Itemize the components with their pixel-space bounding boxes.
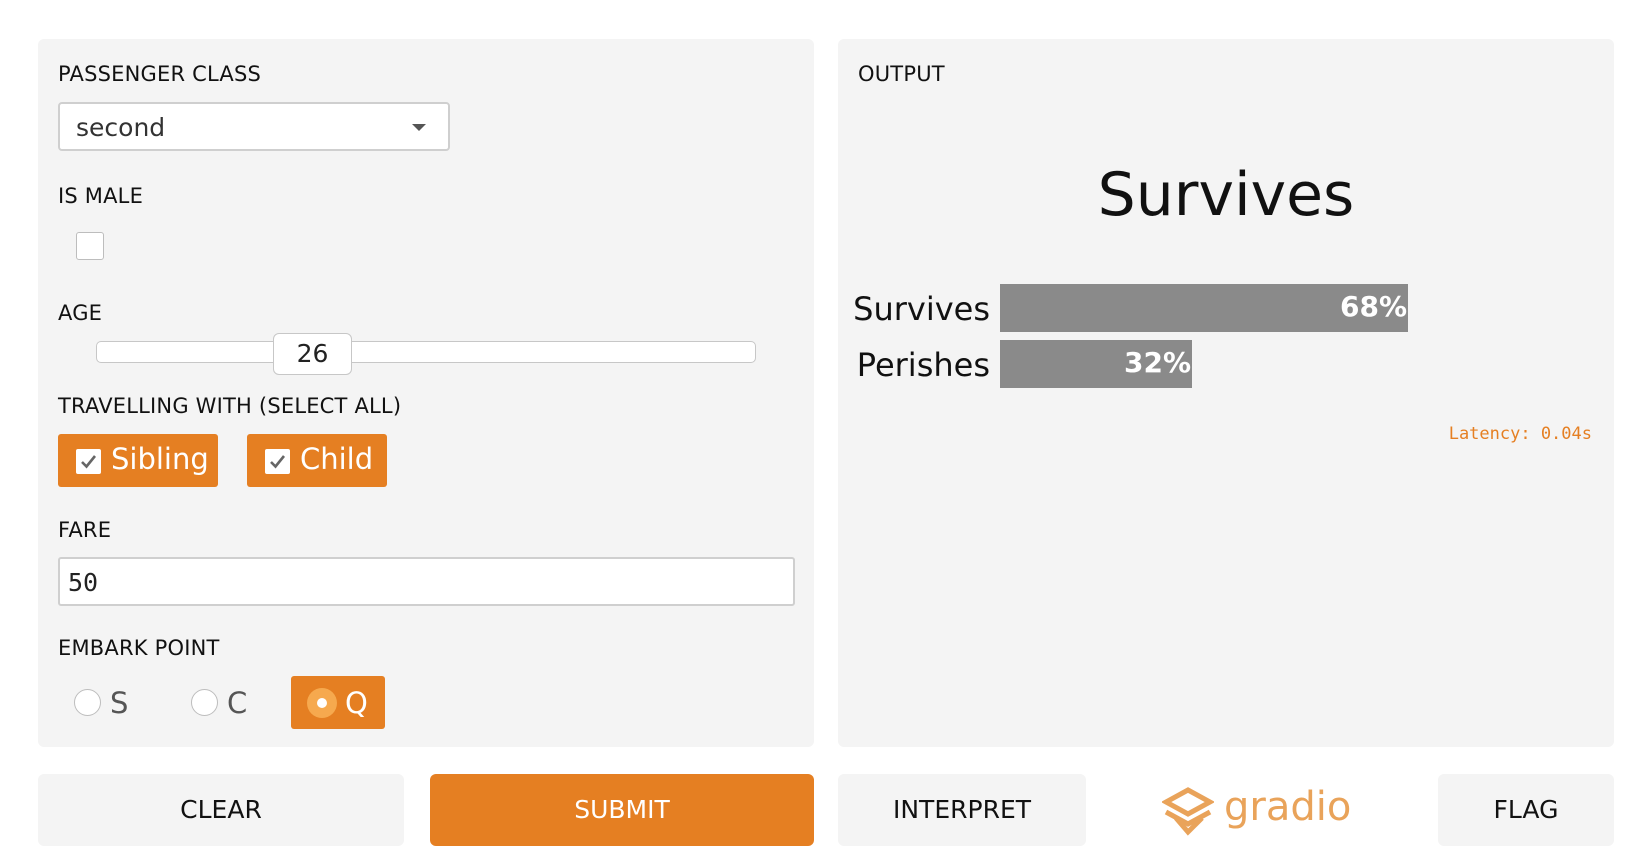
fare-value: 50 — [68, 568, 99, 597]
interpret-button[interactable]: INTERPRET — [838, 774, 1086, 846]
bar-value-perishes: 32% — [1124, 346, 1192, 379]
radio-selected-icon — [307, 688, 337, 718]
passenger-class-dropdown[interactable]: second — [58, 102, 450, 151]
clear-button[interactable]: CLEAR — [38, 774, 404, 846]
flag-button[interactable]: FLAG — [1438, 774, 1614, 846]
is-male-checkbox[interactable] — [76, 232, 104, 260]
bar-value-survives: 68% — [1340, 290, 1408, 323]
output-panel — [838, 39, 1614, 747]
age-slider-track[interactable] — [96, 341, 756, 363]
checkbox-checked-icon — [265, 449, 290, 474]
child-label: Child — [300, 442, 374, 476]
sibling-checkbox[interactable]: Sibling — [58, 434, 218, 487]
checkbox-checked-icon — [76, 449, 101, 474]
output-label: OUTPUT — [858, 62, 945, 86]
radio-circle-icon — [191, 689, 218, 716]
embark-point-label: EMBARK POINT — [58, 636, 220, 660]
fare-input[interactable]: 50 — [58, 557, 795, 606]
embark-c-label: C — [227, 686, 248, 720]
sibling-label: Sibling — [111, 442, 209, 476]
output-title: Survives — [1097, 160, 1355, 230]
passenger-class-value: second — [76, 113, 166, 142]
embark-radio-q[interactable]: Q — [291, 676, 385, 729]
gradio-logo-icon — [1162, 787, 1214, 836]
is-male-label: IS MALE — [58, 184, 144, 208]
embark-q-label: Q — [345, 686, 368, 720]
travelling-with-label: TRAVELLING WITH (SELECT ALL) — [58, 394, 402, 418]
bar-label-perishes: Perishes — [856, 346, 990, 384]
bar-label-survives: Survives — [853, 290, 990, 328]
age-label: AGE — [58, 301, 103, 325]
fare-label: FARE — [58, 518, 112, 542]
embark-radio-s[interactable]: S — [74, 678, 144, 731]
latency-text: Latency: 0.04s — [1448, 424, 1592, 444]
child-checkbox[interactable]: Child — [247, 434, 387, 487]
submit-button[interactable]: SUBMIT — [430, 774, 814, 846]
radio-circle-icon — [74, 689, 101, 716]
embark-s-label: S — [110, 686, 129, 720]
gradio-logo: gradio — [1162, 782, 1352, 838]
embark-radio-c[interactable]: C — [191, 678, 261, 731]
chevron-down-icon — [412, 124, 426, 131]
age-slider-handle[interactable]: 26 — [273, 333, 352, 375]
gradio-logo-text: gradio — [1224, 784, 1352, 830]
passenger-class-label: PASSENGER CLASS — [58, 62, 262, 86]
